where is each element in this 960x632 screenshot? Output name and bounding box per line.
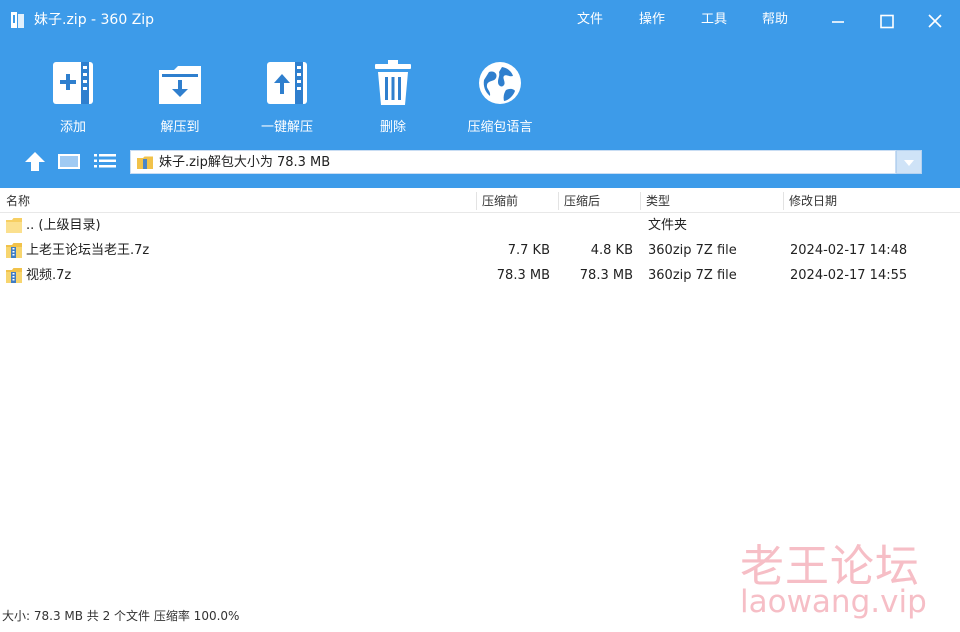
file-size-after: 4.8 KB bbox=[590, 243, 633, 258]
app-logo-icon bbox=[10, 11, 26, 29]
table-row[interactable]: .. (上级目录) 文件夹 bbox=[0, 213, 960, 238]
file-date: 2024-02-17 14:48 bbox=[790, 243, 908, 258]
archive-language-label: 压缩包语言 bbox=[467, 120, 533, 135]
one-click-extract-button[interactable]: 一键解压 bbox=[247, 58, 327, 138]
list-view-icon[interactable] bbox=[92, 150, 118, 172]
file-list-header: 名称 压缩前 压缩后 类型 修改日期 bbox=[0, 190, 960, 213]
address-path-text: 妹子.zip解包大小为 78.3 MB bbox=[159, 155, 331, 170]
archive-folder-icon bbox=[136, 155, 154, 174]
status-bar-text: 大小: 78.3 MB 共 2 个文件 压缩率 100.0% bbox=[2, 609, 240, 623]
delete-label: 删除 bbox=[379, 120, 406, 135]
extract-to-icon bbox=[156, 58, 204, 108]
archive-file-icon bbox=[5, 242, 23, 259]
extract-to-label: 解压到 bbox=[160, 120, 200, 135]
file-type: 360zip 7Z file bbox=[648, 243, 737, 258]
one-click-extract-icon bbox=[263, 58, 311, 108]
menu-help[interactable]: 帮助 bbox=[762, 11, 788, 29]
column-modified-date[interactable]: 修改日期 bbox=[789, 193, 837, 209]
globe-icon bbox=[476, 58, 524, 108]
title-bar: 妹子.zip - 360 Zip 文件 操作 工具 帮助 bbox=[0, 0, 960, 40]
chevron-down-icon bbox=[904, 160, 914, 166]
file-size-before: 7.7 KB bbox=[507, 243, 550, 258]
add-archive-icon bbox=[49, 58, 97, 108]
table-row[interactable]: 上老王论坛当老王.7z 7.7 KB 4.8 KB 360zip 7Z file… bbox=[0, 238, 960, 263]
one-click-extract-label: 一键解压 bbox=[260, 120, 313, 135]
column-divider[interactable] bbox=[476, 192, 477, 210]
file-name: 上老王论坛当老王.7z bbox=[26, 243, 150, 258]
address-bar[interactable]: 妹子.zip解包大小为 78.3 MB bbox=[130, 150, 896, 174]
column-size-before[interactable]: 压缩前 bbox=[482, 193, 518, 209]
up-arrow-icon[interactable] bbox=[22, 150, 48, 172]
maximize-button[interactable] bbox=[873, 8, 901, 34]
file-name: .. (上级目录) bbox=[26, 218, 101, 233]
window-title: 妹子.zip - 360 Zip bbox=[34, 12, 155, 28]
menu-tools[interactable]: 工具 bbox=[701, 11, 727, 29]
file-type: 文件夹 bbox=[648, 218, 688, 233]
folder-icon bbox=[5, 217, 23, 234]
column-name[interactable]: 名称 bbox=[6, 193, 30, 209]
file-name: 视频.7z bbox=[26, 268, 72, 283]
file-date: 2024-02-17 14:55 bbox=[790, 268, 908, 283]
close-button[interactable] bbox=[921, 8, 949, 34]
column-type[interactable]: 类型 bbox=[646, 193, 670, 209]
file-size-before: 78.3 MB bbox=[496, 268, 550, 283]
add-button[interactable]: 添加 bbox=[33, 58, 113, 138]
trash-icon bbox=[369, 58, 417, 108]
column-divider[interactable] bbox=[640, 192, 641, 210]
header-bar: 妹子.zip - 360 Zip 文件 操作 工具 帮助 添加 解压到 一键解压… bbox=[0, 0, 960, 188]
extract-to-button[interactable]: 解压到 bbox=[140, 58, 220, 138]
file-size-after: 78.3 MB bbox=[579, 268, 633, 283]
watermark-url: laowang.vip bbox=[740, 584, 927, 620]
minimize-button[interactable] bbox=[824, 8, 852, 34]
delete-button[interactable]: 删除 bbox=[353, 58, 433, 138]
address-dropdown-button[interactable] bbox=[896, 150, 922, 174]
column-size-after[interactable]: 压缩后 bbox=[564, 193, 600, 209]
table-row[interactable]: 视频.7z 78.3 MB 78.3 MB 360zip 7Z file 202… bbox=[0, 263, 960, 288]
menu-operation[interactable]: 操作 bbox=[639, 11, 665, 29]
column-divider[interactable] bbox=[783, 192, 784, 210]
menu-file[interactable]: 文件 bbox=[577, 11, 603, 29]
file-type: 360zip 7Z file bbox=[648, 268, 737, 283]
archive-language-button[interactable]: 压缩包语言 bbox=[460, 58, 540, 138]
column-divider[interactable] bbox=[558, 192, 559, 210]
add-label: 添加 bbox=[59, 120, 86, 135]
archive-file-icon bbox=[5, 267, 23, 284]
thumbnail-view-icon[interactable] bbox=[56, 150, 82, 172]
